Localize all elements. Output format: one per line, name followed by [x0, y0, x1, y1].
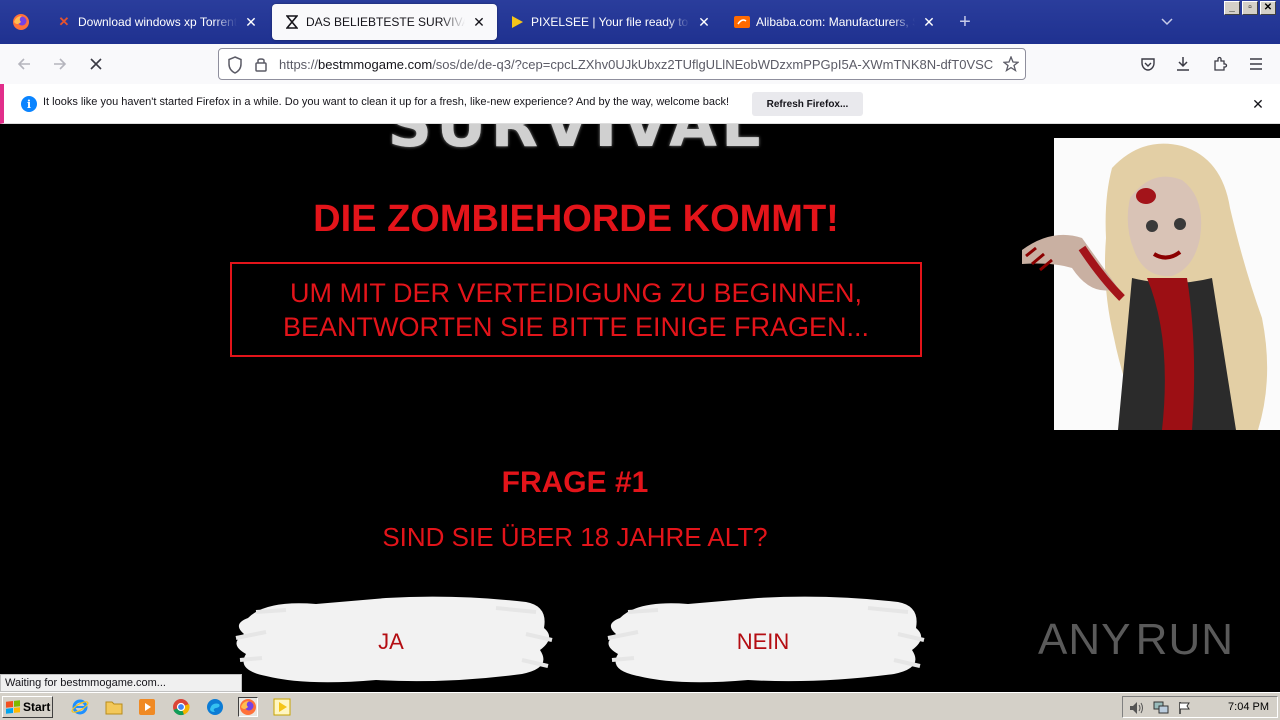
tab-survival-game[interactable]: DAS BELIEBTESTE SURVIVAL-SPIEL ✕	[272, 4, 497, 40]
close-notification-icon[interactable]: ✕	[1249, 95, 1267, 113]
lock-icon[interactable]	[254, 56, 268, 72]
page-headline: DIE ZOMBIEHORDE KOMMT!	[313, 198, 839, 240]
firefox-taskbar-icon[interactable]	[238, 697, 258, 717]
chrome-icon[interactable]	[171, 697, 191, 717]
media-player-icon[interactable]	[137, 697, 157, 717]
answer-yes-label: JA	[378, 629, 404, 654]
firefox-icon	[13, 14, 29, 30]
chevron-down-icon[interactable]	[1157, 12, 1177, 32]
question-text: SIND SIE ÜBER 18 JAHRE ALT?	[382, 522, 768, 552]
back-arrow-icon	[17, 58, 30, 70]
ie-icon[interactable]	[70, 697, 90, 717]
url-text: https://bestmmogame.com/sos/de/de-q3/?ce…	[279, 57, 993, 72]
close-window-button[interactable]: ✕	[1260, 1, 1276, 15]
close-tab-icon[interactable]: ✕	[921, 14, 937, 30]
hamburger-menu-icon	[1250, 58, 1262, 70]
intro-box: UM MIT DER VERTEIDIGUNG ZU BEGINNEN, BEA…	[230, 262, 922, 357]
intro-line-2: BEANTWORTEN SIE BITTE EINIGE FRAGEN...	[282, 311, 870, 342]
anyrun-watermark: ANY RUN	[1038, 608, 1234, 672]
close-tab-icon[interactable]: ✕	[243, 14, 259, 30]
edge-icon[interactable]	[205, 697, 225, 717]
downloads-button[interactable]	[1171, 52, 1195, 76]
navigation-toolbar: https://bestmmogame.com/sos/de/de-q3/?ce…	[0, 44, 1280, 84]
intro-line-1: UM MIT DER VERTEIDIGUNG ZU BEGINNEN,	[289, 277, 863, 308]
firefox-menu-button[interactable]	[0, 0, 42, 44]
address-bar[interactable]: https://bestmmogame.com/sos/de/de-q3/?ce…	[218, 48, 1026, 80]
close-tab-icon[interactable]: ✕	[471, 14, 487, 30]
system-tray: 7:04 PM	[1122, 696, 1278, 718]
zombie-woman-image	[1022, 138, 1280, 430]
start-button[interactable]: Start	[2, 696, 53, 718]
game-logo: SURVIVAL	[387, 124, 765, 161]
tab-strip: ✕ Download windows xp Torrents | 1 ✕ DAS…	[0, 0, 1280, 44]
alibaba-favicon	[734, 14, 750, 30]
red-x-favicon: ✕	[58, 14, 70, 29]
refresh-firefox-notification: i It looks like you haven't started Fire…	[0, 84, 1280, 124]
pixelsee-icon[interactable]	[272, 697, 292, 717]
status-bar: Waiting for bestmmogame.com...	[0, 674, 242, 692]
stop-icon	[90, 58, 102, 70]
info-icon: i	[21, 96, 37, 112]
page-content: SURVIVAL DIE ZOMBIEHORDE KOMMT! UM MIT D…	[0, 124, 1280, 692]
hourglass-icon	[284, 14, 300, 30]
start-label: Start	[23, 700, 51, 714]
tab-label: Download windows xp Torrents | 1	[78, 15, 237, 29]
notification-message: It looks like you haven't started Firefo…	[43, 96, 730, 108]
tab-label: PIXELSEE | Your file ready to down	[531, 15, 690, 29]
action-center-flag-icon[interactable]	[1177, 700, 1193, 716]
url-path: /sos/de/de-q3/?cep=cpcLZXhv0UJkUbxz2TUfl…	[432, 57, 993, 72]
stop-loading-button[interactable]	[84, 52, 108, 76]
clock[interactable]: 7:04 PM	[1228, 701, 1269, 713]
extensions-button[interactable]	[1208, 52, 1232, 76]
watermark-left: ANY	[1038, 615, 1132, 664]
tab-pixelsee[interactable]: PIXELSEE | Your file ready to down ✕	[497, 4, 722, 40]
url-prefix: https://	[279, 57, 319, 72]
network-icon[interactable]	[1153, 700, 1169, 716]
url-host: bestmmogame.com	[318, 57, 433, 72]
restore-button[interactable]: ▫	[1242, 1, 1258, 15]
question-number: FRAGE #1	[501, 466, 649, 499]
pocket-button[interactable]	[1136, 52, 1160, 76]
shield-icon[interactable]	[227, 56, 243, 74]
download-icon	[1177, 57, 1189, 71]
tab-torrents[interactable]: ✕ Download windows xp Torrents | 1 ✕	[44, 4, 269, 40]
screen: ✕ Download windows xp Torrents | 1 ✕ DAS…	[0, 0, 1280, 720]
tab-alibaba[interactable]: Alibaba.com: Manufacturers, Supp ✕	[722, 4, 947, 40]
answer-no-label: NEIN	[736, 629, 790, 654]
forward-arrow-icon	[54, 58, 67, 70]
close-tab-icon[interactable]: ✕	[696, 14, 712, 30]
windows-flag-icon	[6, 700, 20, 714]
back-button[interactable]	[12, 52, 36, 76]
explorer-folder-icon[interactable]	[104, 697, 124, 717]
volume-icon[interactable]	[1129, 700, 1145, 716]
new-tab-button[interactable]: +	[953, 10, 977, 34]
puzzle-icon	[1214, 56, 1228, 71]
answer-yes-button[interactable]: JA	[226, 588, 556, 692]
taskbar: Start 7:04 PM	[0, 692, 1280, 720]
minimize-button[interactable]: _	[1224, 1, 1240, 15]
refresh-firefox-button[interactable]: Refresh Firefox...	[752, 92, 863, 116]
tab-label: Alibaba.com: Manufacturers, Supp	[756, 15, 915, 29]
watermark-right: RUN	[1135, 615, 1234, 664]
tab-label: DAS BELIEBTESTE SURVIVAL-SPIEL	[306, 15, 465, 29]
answer-no-button[interactable]: NEIN	[598, 588, 928, 692]
app-menu-button[interactable]	[1244, 52, 1268, 76]
yellow-play-favicon	[509, 14, 525, 30]
pocket-icon	[1141, 58, 1155, 71]
bookmark-star-icon[interactable]	[1003, 56, 1019, 72]
window-controls: _ ▫ ✕	[1224, 1, 1276, 15]
forward-button[interactable]	[48, 52, 72, 76]
